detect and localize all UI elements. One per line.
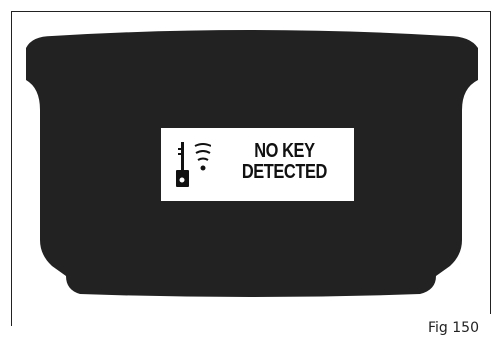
warning-line-1: NO KEY: [254, 140, 315, 162]
warning-line-2: DETECTED: [241, 161, 328, 183]
key-signal-icon: [176, 142, 211, 187]
figure-caption: Fig 150: [428, 320, 479, 336]
warning-message-box: NO KEY DETECTED: [161, 128, 354, 201]
warning-text: NO KEY DETECTED: [227, 141, 342, 183]
